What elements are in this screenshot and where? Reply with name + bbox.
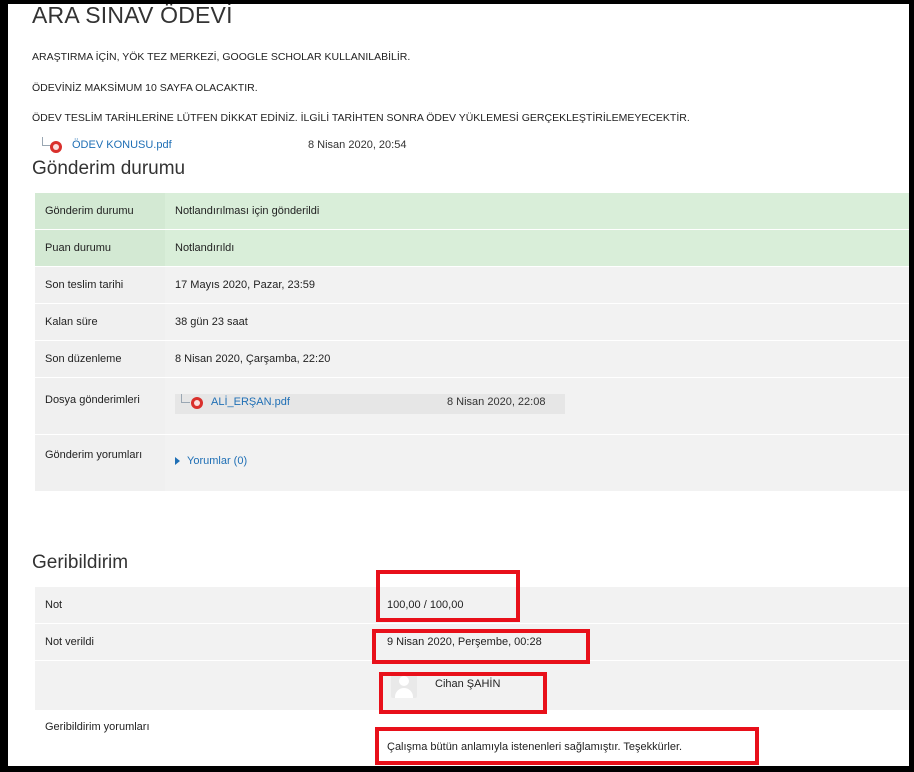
attachment-date: 8 Nisan 2020, 20:54 bbox=[308, 139, 407, 151]
note-page-limit: ÖDEVİNİZ MAKSİMUM 10 SAYFA OLACAKTIR. bbox=[32, 82, 258, 94]
row-label: Kalan süre bbox=[45, 316, 98, 328]
row-value: Notlandırılması için gönderildi bbox=[175, 205, 320, 217]
assignment-attachment: ÖDEV KONUSU.pdf 8 Nisan 2020, 20:54 bbox=[36, 137, 456, 153]
highlight-box-comment bbox=[375, 727, 759, 765]
highlight-box-graded-on bbox=[372, 629, 590, 664]
page-title: ARA SINAV ÖDEVİ bbox=[32, 2, 233, 28]
row-label: Dosya gönderimleri bbox=[45, 394, 140, 406]
status-row-submission: Gönderim durumu Notlandırılması için gön… bbox=[35, 193, 909, 230]
row-label: Son teslim tarihi bbox=[45, 279, 124, 291]
row-label: Gönderim durumu bbox=[45, 205, 134, 217]
row-label: Son düzenleme bbox=[45, 353, 122, 365]
row-label: Gönderim yorumları bbox=[45, 449, 143, 461]
row-value: 8 Nisan 2020, Çarşamba, 22:20 bbox=[175, 353, 331, 365]
pdf-icon bbox=[191, 397, 203, 409]
status-row-grading: Puan durumu Notlandırıldı bbox=[35, 230, 909, 267]
note-deadline: ÖDEV TESLİM TARİHLERİNE LÜTFEN DİKKAT ED… bbox=[32, 112, 690, 124]
row-value: Notlandırıldı bbox=[175, 242, 235, 254]
status-row-last-modified: Son düzenleme 8 Nisan 2020, Çarşamba, 22… bbox=[35, 341, 909, 378]
tree-connector bbox=[181, 394, 190, 403]
submitted-file: ALİ_ERŞAN.pdf 8 Nisan 2020, 22:08 bbox=[175, 394, 565, 414]
row-value: 38 gün 23 saat bbox=[175, 316, 248, 328]
highlight-box-grade bbox=[376, 570, 520, 622]
status-row-due-date: Son teslim tarihi 17 Mayıs 2020, Pazar, … bbox=[35, 267, 909, 304]
status-row-time-remaining: Kalan süre 38 gün 23 saat bbox=[35, 304, 909, 341]
submitted-file-date: 8 Nisan 2020, 22:08 bbox=[447, 396, 546, 408]
comments-link[interactable]: Yorumlar (0) bbox=[187, 455, 247, 467]
highlight-box-grader bbox=[379, 672, 547, 714]
submitted-file-link[interactable]: ALİ_ERŞAN.pdf bbox=[211, 396, 290, 408]
assignment-page: ARA SINAV ÖDEVİ ARAŞTIRMA İÇİN, YÖK TEZ … bbox=[0, 0, 914, 772]
row-label: Not bbox=[45, 599, 63, 611]
comments-toggle[interactable]: Yorumlar (0) bbox=[175, 455, 247, 467]
status-row-submission-comments: Gönderim yorumları Yorumlar (0) bbox=[35, 435, 909, 492]
row-value: 17 Mayıs 2020, Pazar, 23:59 bbox=[175, 279, 316, 291]
submission-status-heading: Gönderim durumu bbox=[32, 158, 186, 179]
feedback-heading: Geribildirim bbox=[32, 552, 129, 573]
row-label: Geribildirim yorumları bbox=[45, 721, 150, 733]
note-research-sources: ARAŞTIRMA İÇİN, YÖK TEZ MERKEZİ, GOOGLE … bbox=[32, 51, 411, 63]
pdf-icon bbox=[50, 141, 62, 153]
row-label: Not verildi bbox=[45, 636, 94, 648]
row-label: Puan durumu bbox=[45, 242, 112, 254]
caret-right-icon bbox=[175, 457, 180, 466]
attachment-link[interactable]: ÖDEV KONUSU.pdf bbox=[72, 139, 172, 151]
label-cell bbox=[35, 435, 165, 491]
status-row-file-submissions: Dosya gönderimleri ALİ_ERŞAN.pdf 8 Nisan… bbox=[35, 378, 909, 435]
